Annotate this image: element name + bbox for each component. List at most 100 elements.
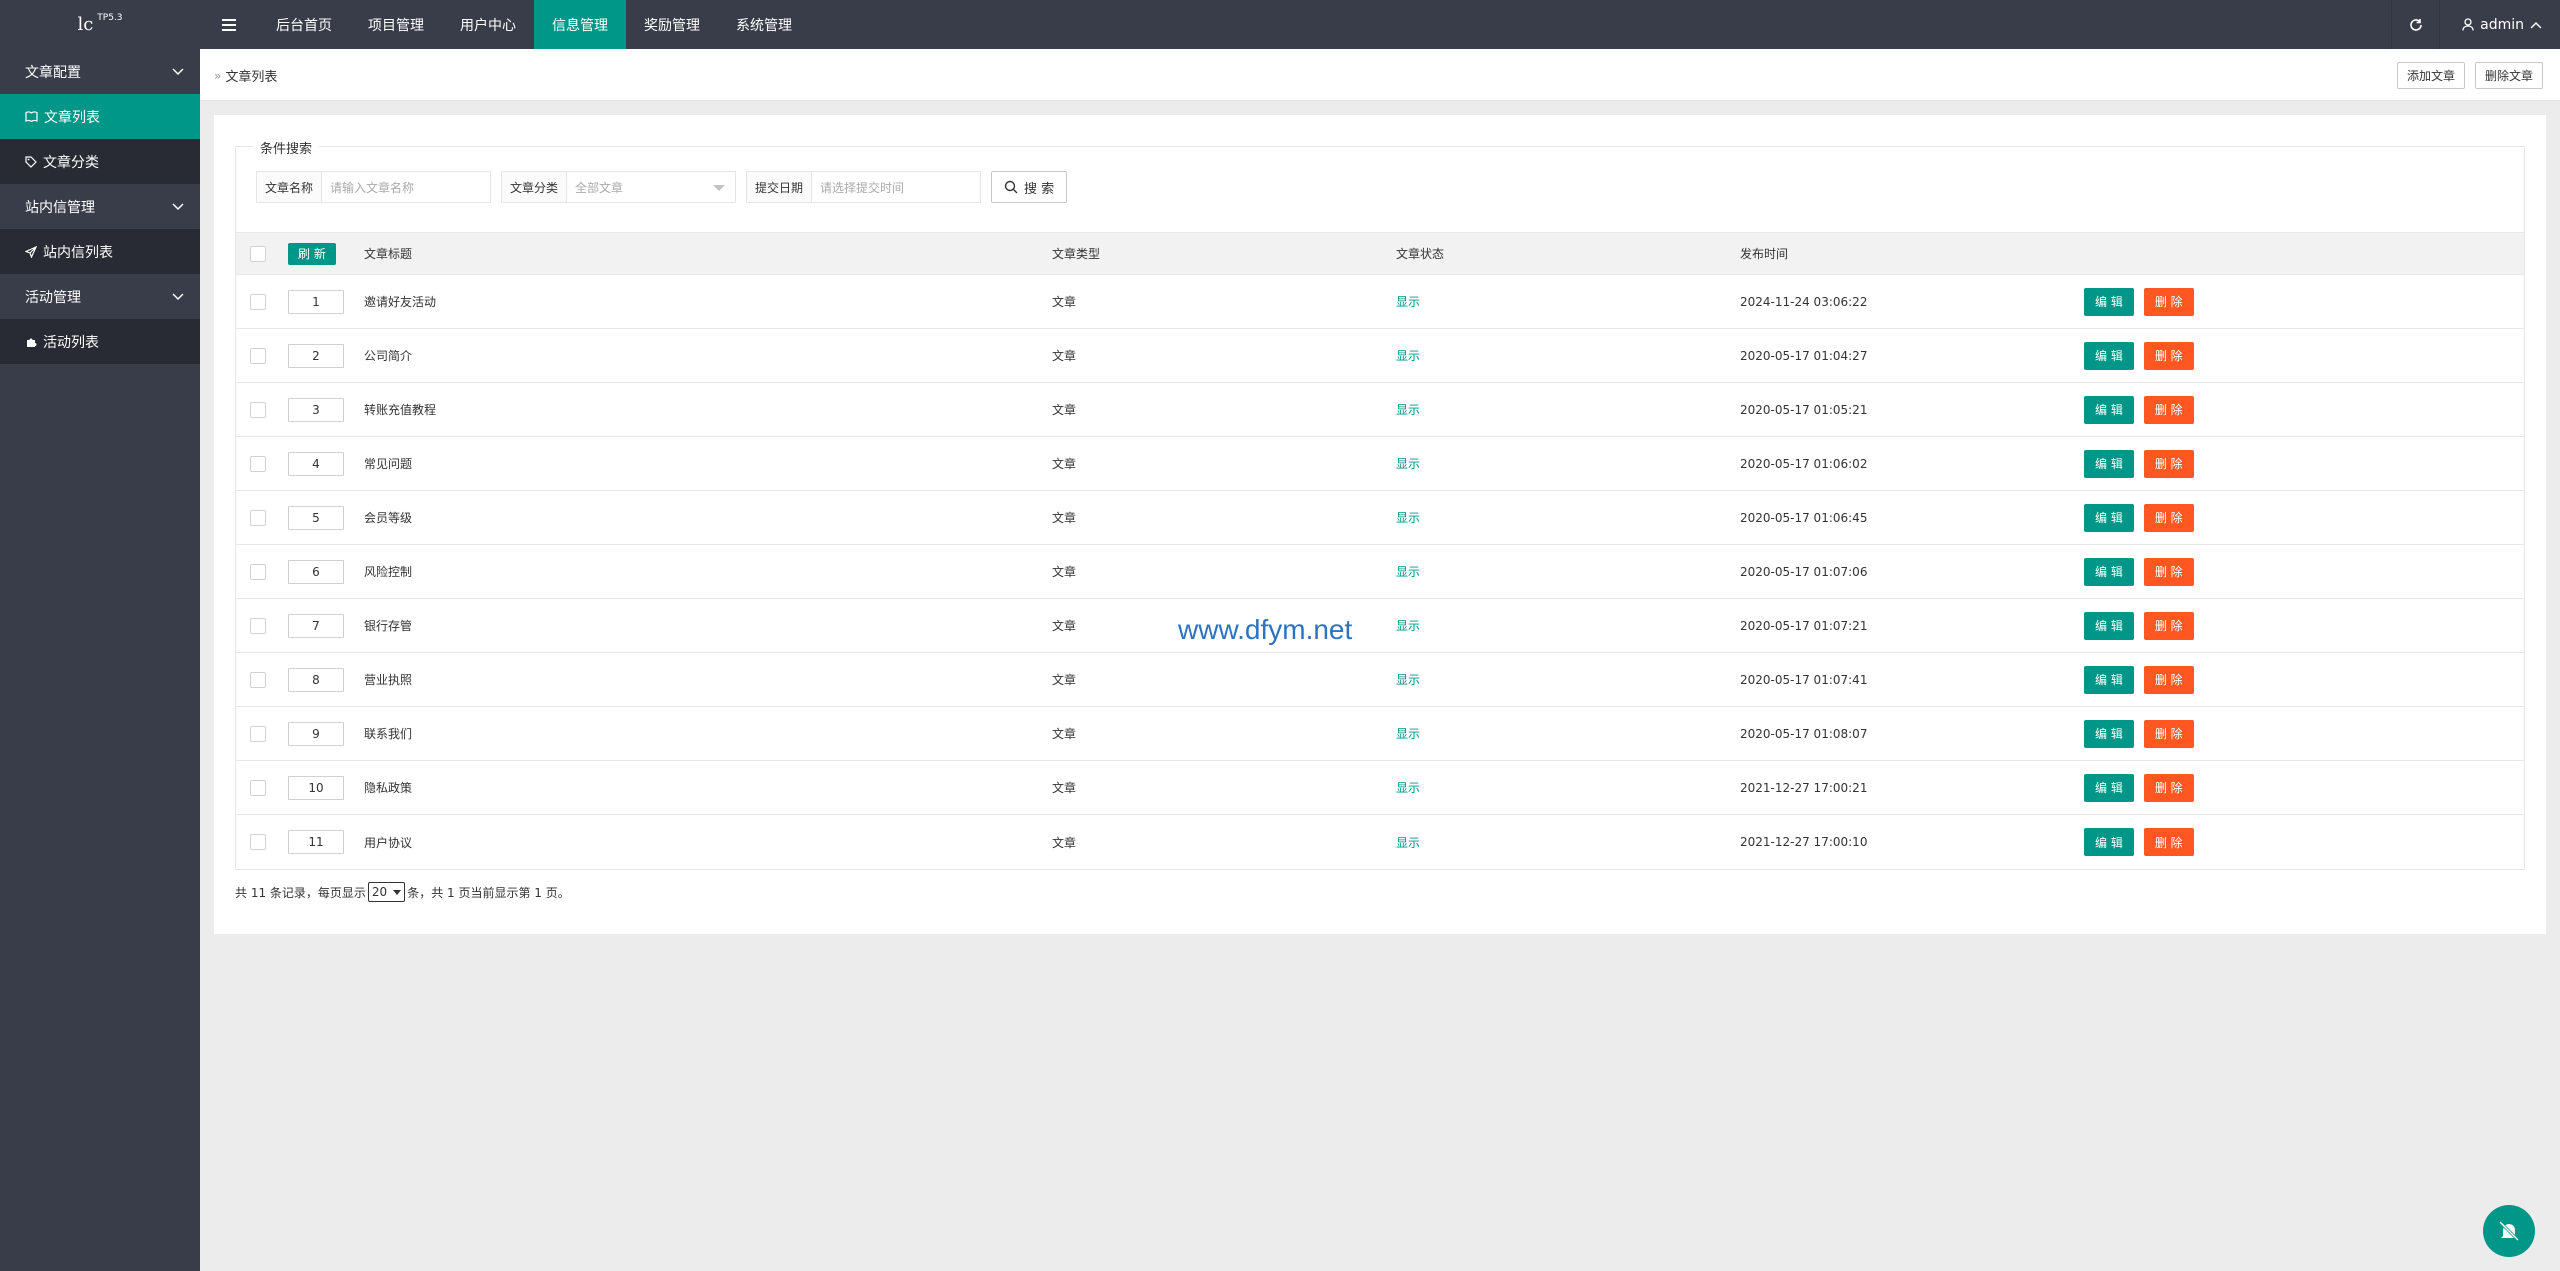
row-checkbox[interactable]: [250, 725, 266, 742]
sort-order-input[interactable]: 5: [288, 505, 344, 530]
delete-button[interactable]: 删 除: [2143, 557, 2194, 586]
edit-button[interactable]: 编 辑: [2084, 611, 2134, 640]
logo[interactable]: lc TP5.3: [0, 0, 200, 49]
menu-toggle-button[interactable]: [200, 0, 258, 49]
search-button[interactable]: 搜 索: [991, 171, 1068, 203]
delete-button[interactable]: 删 除: [2143, 665, 2194, 694]
paper-plane-icon: [25, 245, 37, 258]
delete-button[interactable]: 删 除: [2143, 287, 2194, 316]
delete-button[interactable]: 删 除: [2143, 395, 2194, 424]
sidebar-item-2-1[interactable]: 站内信列表: [0, 229, 200, 274]
publish-time: 2020-05-17 01:07:41: [1740, 672, 1868, 687]
date-input[interactable]: 请选择提交时间: [812, 172, 981, 202]
nav-item-3[interactable]: 用户中心: [442, 0, 534, 49]
search-icon: [1004, 180, 1018, 194]
delete-button[interactable]: 删 除: [2143, 449, 2194, 478]
caret-down-icon: [713, 185, 726, 191]
article-status[interactable]: 显示: [1396, 707, 1420, 760]
delete-button[interactable]: 删 除: [2143, 719, 2194, 748]
article-status[interactable]: 显示: [1396, 383, 1420, 436]
nav-item-1[interactable]: 后台首页: [258, 0, 350, 49]
article-title: 联系我们: [364, 727, 413, 741]
row-checkbox[interactable]: [250, 401, 266, 418]
edit-button[interactable]: 编 辑: [2084, 665, 2134, 694]
delete-button[interactable]: 删 除: [2143, 611, 2194, 640]
category-select[interactable]: 全部文章: [567, 172, 736, 202]
table-row: 1 邀请好友活动 文章 显示 2024-11-24 03:06:22 编 辑删 除: [236, 275, 2524, 329]
edit-button[interactable]: 编 辑: [2084, 503, 2134, 532]
refresh-sort-button[interactable]: 刷 新: [288, 242, 336, 265]
nav-item-6[interactable]: 系统管理: [718, 0, 810, 49]
nav-item-5[interactable]: 奖励管理: [626, 0, 718, 49]
article-title: 会员等级: [364, 511, 413, 525]
floating-action-button[interactable]: [2483, 1205, 2535, 1257]
article-status[interactable]: 显示: [1396, 275, 1420, 328]
sort-order-input[interactable]: 9: [288, 721, 344, 746]
article-status[interactable]: 显示: [1396, 815, 1420, 869]
row-checkbox[interactable]: [250, 671, 266, 688]
sidebar-item-3-1[interactable]: 活动列表: [0, 319, 200, 364]
article-status[interactable]: 显示: [1396, 329, 1420, 382]
nav-item-4[interactable]: 信息管理: [534, 0, 626, 49]
edit-button[interactable]: 编 辑: [2084, 828, 2134, 856]
edit-button[interactable]: 编 辑: [2084, 395, 2134, 424]
delete-button[interactable]: 删 除: [2143, 503, 2194, 532]
article-title: 常见问题: [364, 457, 413, 471]
user-menu[interactable]: admin: [2439, 0, 2560, 49]
article-status[interactable]: 显示: [1396, 437, 1420, 490]
sidebar-group-2[interactable]: 站内信管理: [0, 184, 200, 229]
sort-order-input[interactable]: 6: [288, 559, 344, 584]
row-checkbox[interactable]: [250, 834, 266, 850]
sort-order-input[interactable]: 2: [288, 343, 344, 368]
pagination: 共 11 条记录，每页显示 20 条，共 1 页当前显示第 1 页。: [235, 882, 570, 902]
article-status[interactable]: 显示: [1396, 653, 1420, 706]
article-status[interactable]: 显示: [1396, 545, 1420, 598]
nav-item-2[interactable]: 项目管理: [350, 0, 442, 49]
row-checkbox[interactable]: [250, 563, 266, 580]
page-size-select[interactable]: 20: [367, 882, 406, 902]
delete-articles-button[interactable]: 删除文章: [2474, 62, 2543, 89]
row-checkbox[interactable]: [250, 347, 266, 364]
edit-button[interactable]: 编 辑: [2084, 557, 2134, 586]
row-checkbox[interactable]: [250, 617, 266, 634]
publish-time: 2020-05-17 01:08:07: [1740, 726, 1868, 741]
sort-order-input[interactable]: 7: [288, 613, 344, 638]
sidebar-group-3[interactable]: 活动管理: [0, 274, 200, 319]
delete-button[interactable]: 删 除: [2143, 828, 2194, 856]
sidebar-item-label: 活动列表: [43, 334, 99, 351]
edit-button[interactable]: 编 辑: [2084, 719, 2134, 748]
sidebar-group-1[interactable]: 文章配置: [0, 49, 200, 94]
row-checkbox[interactable]: [250, 779, 266, 796]
sidebar-item-1-2[interactable]: 文章分类: [0, 139, 200, 184]
article-status[interactable]: 显示: [1396, 761, 1420, 814]
select-all-checkbox[interactable]: [250, 245, 266, 262]
sort-order-input[interactable]: 8: [288, 667, 344, 692]
edit-button[interactable]: 编 辑: [2084, 773, 2134, 802]
sort-order-input[interactable]: 3: [288, 397, 344, 422]
sort-order-input[interactable]: 10: [288, 775, 344, 800]
publish-time: 2020-05-17 01:05:21: [1740, 402, 1868, 417]
article-status[interactable]: 显示: [1396, 491, 1420, 544]
edit-button[interactable]: 编 辑: [2084, 287, 2134, 316]
sort-order-input[interactable]: 11: [288, 830, 344, 854]
edit-button[interactable]: 编 辑: [2084, 341, 2134, 370]
article-status[interactable]: 显示: [1396, 599, 1420, 652]
article-title: 营业执照: [364, 673, 413, 687]
edit-button[interactable]: 编 辑: [2084, 449, 2134, 478]
sort-order-input[interactable]: 1: [288, 289, 344, 314]
row-checkbox[interactable]: [250, 293, 266, 310]
sidebar-group-label: 站内信管理: [25, 199, 95, 216]
row-checkbox[interactable]: [250, 455, 266, 472]
delete-button[interactable]: 删 除: [2143, 341, 2194, 370]
sidebar-item-1-1[interactable]: 文章列表: [0, 94, 200, 139]
row-checkbox[interactable]: [250, 509, 266, 526]
publish-time: 2020-05-17 01:04:27: [1740, 348, 1868, 363]
delete-button[interactable]: 删 除: [2143, 773, 2194, 802]
sort-order-input[interactable]: 4: [288, 451, 344, 476]
table-row: 11 用户协议 文章 显示 2021-12-27 17:00:10 编 辑删 除: [236, 815, 2524, 869]
column-header-type: 文章类型: [1052, 247, 1101, 261]
article-name-input[interactable]: 请输入文章名称: [322, 172, 491, 202]
add-article-button[interactable]: 添加文章: [2396, 62, 2465, 89]
refresh-page-button[interactable]: [2391, 0, 2439, 49]
sidebar-item-label: 站内信列表: [43, 244, 113, 261]
